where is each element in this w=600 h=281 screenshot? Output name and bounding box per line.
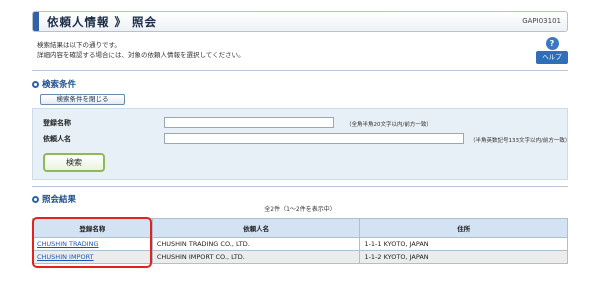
header-accent [33,12,39,31]
page-title: 依頼人情報 》 照会 [47,15,158,29]
search-conditions-title: 検索条件 [42,80,77,90]
divider [32,70,568,71]
client-name-cell: CHUSHIN TRADING CO., LTD. [151,237,361,251]
registration-name-input[interactable] [164,117,334,128]
registration-name-label: 登録名称 [43,119,71,127]
highlight-annotation [32,217,152,268]
page-header: 依頼人情報 》 照会 GAPI03101 [32,11,568,32]
divider [32,186,568,187]
client-name-input[interactable] [164,133,464,144]
close-search-conditions-button[interactable]: 検索条件を閉じる [40,94,125,105]
search-panel: 登録名称 （全角半角20文字以内/前方一致） 依頼人名 （半角英数記号133文字… [32,108,571,180]
help-icon[interactable]: ? [545,37,559,50]
intro-line-2: 詳細内容を確認する場合には、対象の依頼人情報を選択してください。 [37,51,245,59]
screen-id: GAPI03101 [522,17,561,25]
column-header-client-name: 依頼人名 [151,218,361,238]
help-button[interactable]: ? ヘルプ [536,37,568,64]
client-name-hint: （半角英数記号133文字以内/前方一致） [470,138,571,144]
column-header-address: 住所 [359,218,568,238]
section-bullet-icon [32,196,39,203]
registration-name-hint: （全角半角20文字以内/前方一致） [346,122,432,128]
help-label[interactable]: ヘルプ [536,51,568,64]
search-conditions-heading: 検索条件 [32,78,76,90]
client-name-cell: CHUSHIN IMPORT CO., LTD. [151,250,361,264]
section-bullet-icon [32,81,39,88]
result-count: 全2件（1～2件を表示中） [264,206,336,213]
intro-text: 検索結果は以下の通りです。 詳細内容を確認する場合には、対象の依頼人情報を選択し… [37,40,245,60]
client-name-label: 依頼人名 [43,135,71,143]
address-cell: 1-1-2 KYOTO, JAPAN [359,250,568,264]
address-cell: 1-1-1 KYOTO, JAPAN [359,237,568,251]
search-button[interactable]: 検索 [43,153,105,172]
intro-line-1: 検索結果は以下の通りです。 [37,41,121,49]
